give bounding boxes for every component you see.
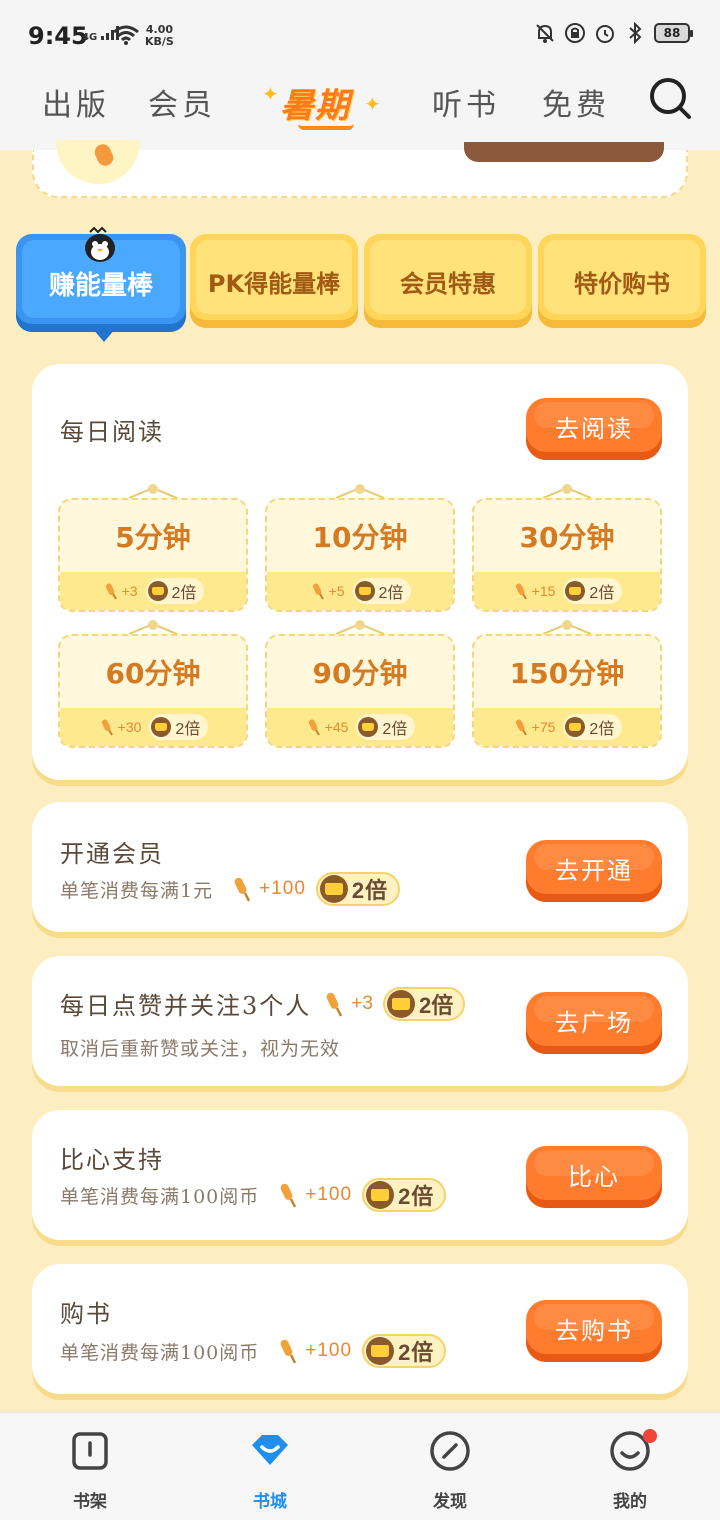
sparkle-icon: ✦ — [364, 92, 381, 116]
reading-milestone: 150分钟 +75 2倍 — [472, 634, 662, 748]
crown-coin-icon — [366, 1181, 395, 1209]
task-subtitle: 单笔消费每满100阅币 — [60, 1185, 260, 1208]
task-title: 比心支持 — [60, 1146, 164, 1174]
energy-stick-icon — [234, 877, 251, 902]
daily-reading-card: 每日阅读 去阅读 5分钟 +3 2倍 10分钟 +5 2倍 30分钟 +15 2… — [32, 364, 688, 780]
task-subtitle: 取消后重新赞或关注，视为无效 — [60, 1038, 341, 1060]
crown-coin-icon — [358, 717, 379, 737]
task-card-like-follow: 每日点赞并关注3个人 +3 2倍 取消后重新赞或关注，视为无效 去广场 — [32, 956, 688, 1086]
bottom-nav-discover[interactable]: 发现 — [405, 1429, 495, 1513]
bookstore-icon — [252, 1435, 288, 1465]
energy-stick-icon — [101, 719, 113, 736]
buy-books-button[interactable]: 去购书 — [526, 1300, 662, 1362]
task-card-vip: 开通会员 单笔消费每满1元 +100 2倍 去开通 — [32, 802, 688, 932]
rotation-lock-icon — [564, 22, 586, 44]
crown-coin-icon — [565, 717, 586, 737]
active-tab-pointer — [92, 328, 116, 342]
active-underline — [298, 124, 354, 130]
wifi-icon — [113, 25, 139, 45]
alarm-icon — [594, 22, 616, 44]
reading-milestones: 5分钟 +3 2倍 10分钟 +5 2倍 30分钟 +15 2倍 60分钟 +3… — [58, 484, 662, 754]
notification-dot — [643, 1429, 657, 1443]
daily-reading-title: 每日阅读 — [60, 418, 164, 446]
crown-coin-icon — [386, 989, 415, 1018]
tab-pk-energy[interactable]: PK得能量棒 — [190, 234, 358, 328]
crown-coin-icon — [354, 581, 375, 601]
energy-stick-icon — [280, 1183, 297, 1208]
energy-stick-icon — [280, 1339, 297, 1364]
nav-tab-vip[interactable]: 会员 — [148, 80, 216, 124]
task-subtitle: 单笔消费每满100阅币 — [60, 1341, 260, 1364]
crown-coin-icon — [366, 1337, 395, 1365]
tab-discount-books[interactable]: 特价购书 — [538, 234, 706, 328]
reading-milestone: 90分钟 +45 2倍 — [265, 634, 455, 748]
nav-tab-summer[interactable]: ✦ 暑期 ✦ — [262, 76, 384, 136]
status-time: 9:45 — [28, 22, 88, 50]
multiplier-badge: 2倍 — [362, 1178, 447, 1212]
multiplier-badge: 2倍 — [362, 1334, 447, 1368]
crown-coin-icon — [151, 717, 172, 737]
reading-milestone: 30分钟 +15 2倍 — [472, 498, 662, 612]
network-speed: 4.00 KB/S — [145, 23, 174, 48]
bottom-nav-bookstore[interactable]: 书城 — [225, 1429, 315, 1513]
bottom-nav: 书架 书城 发现 我的 — [0, 1412, 720, 1520]
crown-coin-icon — [147, 581, 168, 601]
reading-milestone: 10分钟 +5 2倍 — [265, 498, 455, 612]
energy-stick-icon — [515, 583, 527, 600]
category-tabs: 赚能量棒 PK得能量棒 会员特惠 特价购书 — [14, 226, 714, 348]
nav-tab-publish[interactable]: 出版 — [42, 80, 110, 124]
energy-stick-icon — [326, 992, 343, 1017]
reading-milestone: 60分钟 +30 2倍 — [58, 634, 248, 748]
crown-coin-icon — [565, 581, 586, 601]
compass-icon — [430, 1431, 470, 1471]
nav-tab-audiobook[interactable]: 听书 — [432, 80, 500, 124]
energy-stick-icon — [308, 719, 320, 736]
bottom-nav-profile[interactable]: 我的 — [585, 1429, 675, 1513]
penguin-mascot-icon — [85, 226, 115, 262]
energy-stick-icon — [105, 583, 117, 600]
multiplier-badge: 2倍 — [315, 872, 401, 906]
mute-bell-icon — [534, 22, 556, 44]
task-card-buy-books: 购书 单笔消费每满100阅币 +100 2倍 去购书 — [32, 1264, 688, 1394]
reading-milestone: 5分钟 +3 2倍 — [58, 498, 248, 612]
bluetooth-icon — [624, 22, 646, 44]
status-bar: 9:45 4G 4.00 KB/S 88 — [0, 0, 720, 70]
energy-stick-icon — [312, 583, 324, 600]
search-icon[interactable] — [648, 76, 692, 120]
task-title: 每日点赞并关注3个人 — [60, 992, 312, 1020]
status-icons: 88 — [534, 22, 693, 44]
multiplier-badge: 2倍 — [382, 986, 466, 1021]
promo-banner[interactable] — [32, 140, 688, 198]
open-vip-button[interactable]: 去开通 — [526, 840, 662, 902]
task-card-heart: 比心支持 单笔消费每满100阅币 +100 2倍 比心 — [32, 1110, 688, 1240]
energy-stick-icon — [515, 719, 527, 736]
banner-button-edge — [464, 142, 664, 162]
heart-support-button[interactable]: 比心 — [526, 1146, 662, 1208]
bottom-nav-bookshelf[interactable]: 书架 — [45, 1429, 135, 1513]
tab-vip-deals[interactable]: 会员特惠 — [364, 234, 532, 328]
go-read-button[interactable]: 去阅读 — [526, 398, 662, 460]
crown-coin-icon — [319, 875, 348, 903]
battery-icon: 88 — [654, 23, 693, 43]
task-title: 开通会员 — [60, 840, 164, 868]
bookshelf-icon — [72, 1432, 108, 1470]
task-title: 购书 — [60, 1300, 112, 1328]
sparkle-icon: ✦ — [262, 82, 279, 106]
nav-tab-free[interactable]: 免费 — [542, 80, 610, 124]
go-square-button[interactable]: 去广场 — [526, 992, 662, 1054]
task-subtitle: 单笔消费每满1元 — [60, 879, 214, 902]
